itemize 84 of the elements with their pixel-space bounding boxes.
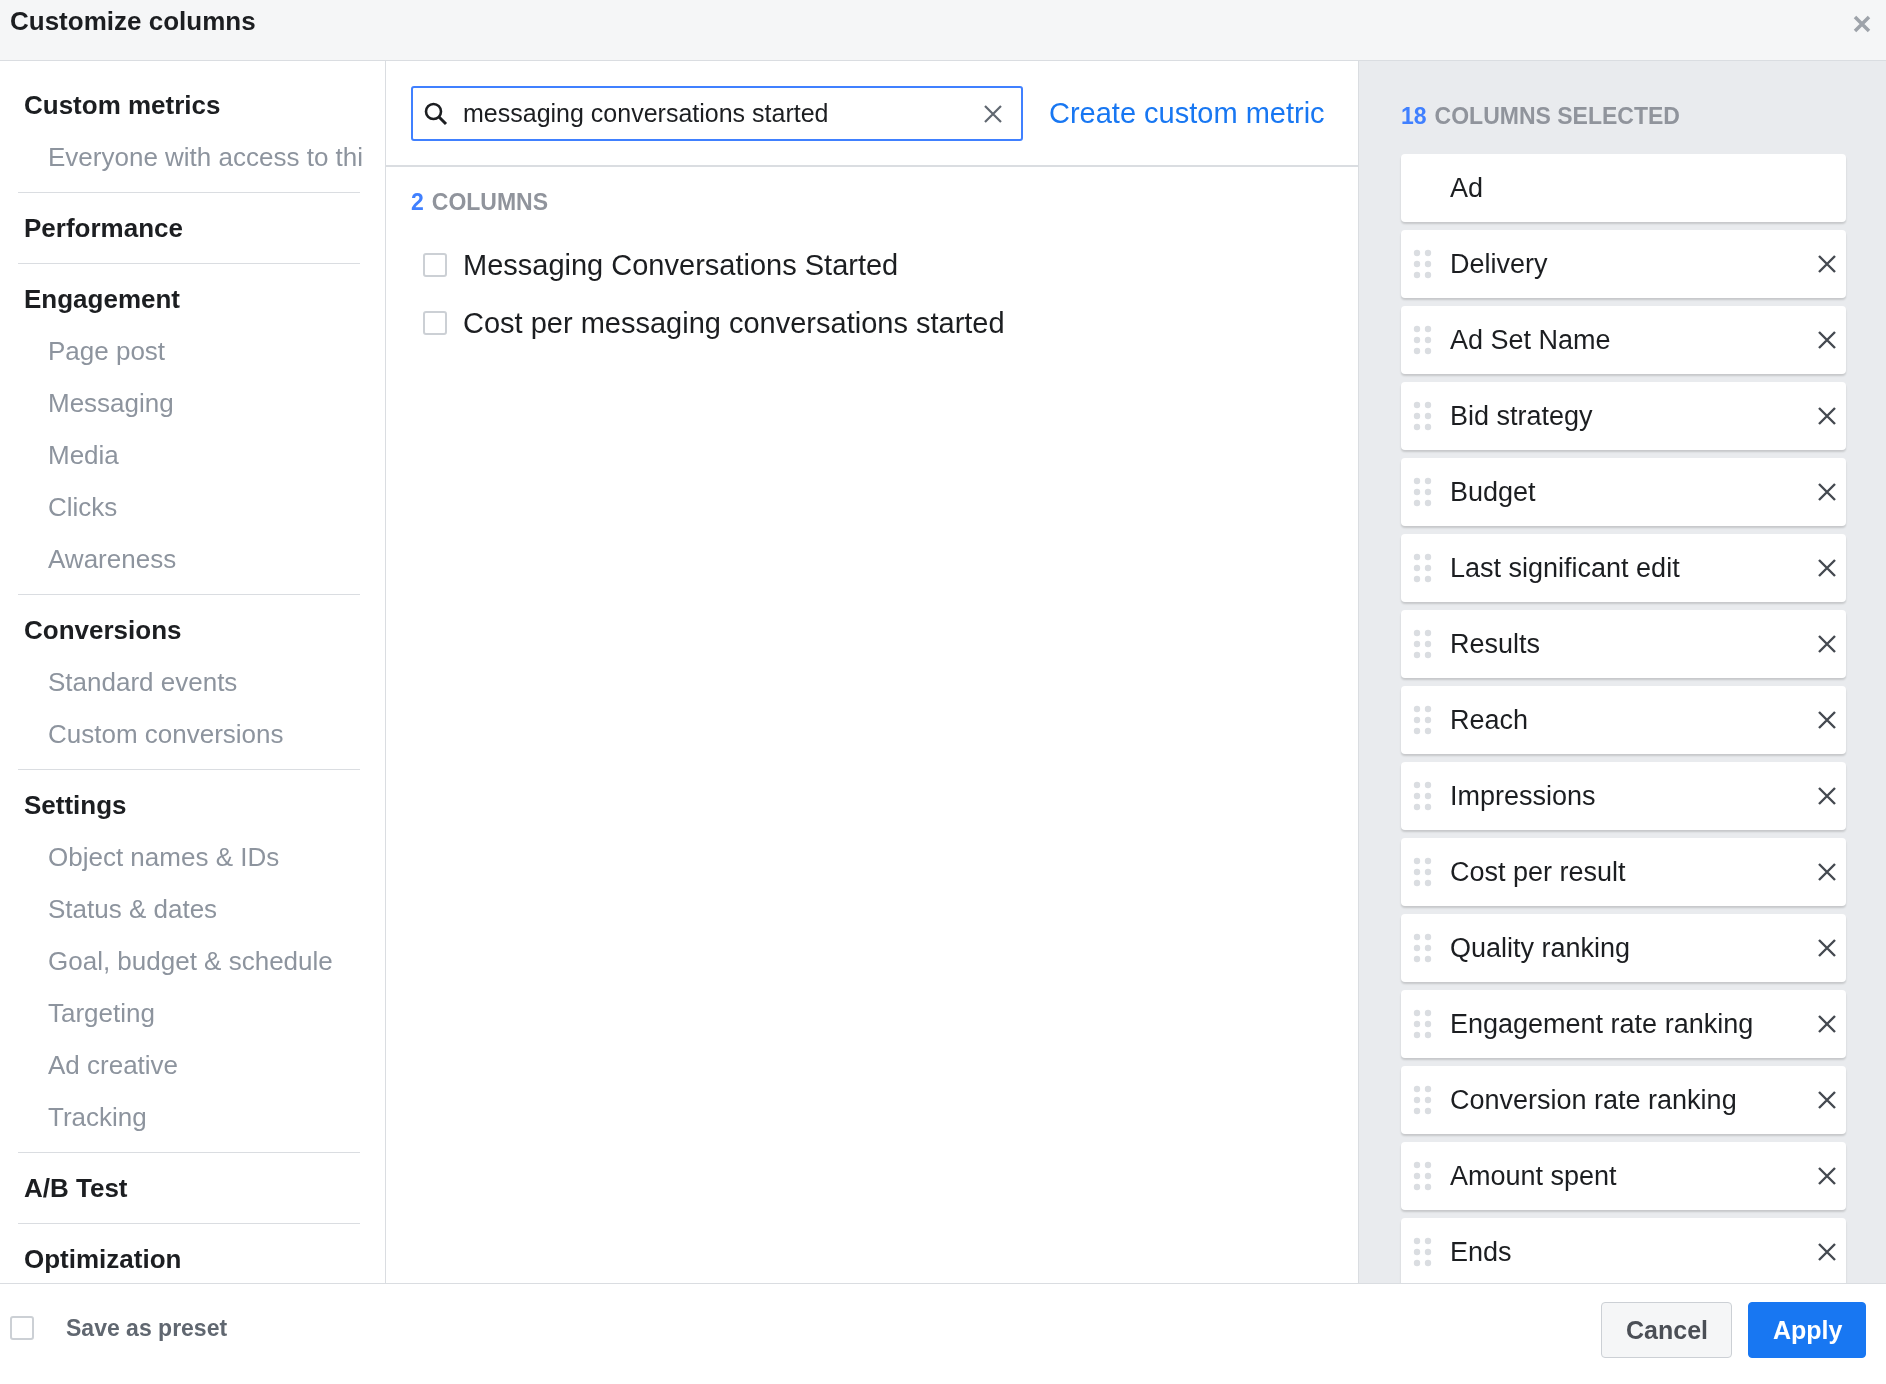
column-name: Engagement rate ranking (1450, 1008, 1755, 1040)
selected-column-card[interactable]: Ad Set Name (1401, 306, 1846, 374)
button[interactable]: Cancel (1601, 1302, 1732, 1358)
selected-column-card[interactable]: Impressions (1401, 762, 1846, 830)
column-name: Conversion rate ranking (1450, 1084, 1738, 1116)
drag-handle-icon[interactable] (1413, 705, 1433, 735)
column-name: Quality ranking (1450, 932, 1632, 964)
create-custom-metric-link[interactable]: Create custom metric (1049, 97, 1325, 130)
drag-handle-icon[interactable] (1413, 933, 1433, 963)
search-field[interactable]: messaging conversations started (411, 86, 1023, 141)
remove-icon[interactable] (1818, 483, 1836, 501)
selected-column-card[interactable]: Results (1401, 610, 1846, 678)
column-name: Ad (1450, 172, 1485, 204)
result-count: 2 (411, 189, 424, 216)
sidebar-heading[interactable]: Performance (24, 202, 360, 254)
column-name: Delivery (1450, 248, 1549, 280)
column-name: Ad Set Name (1450, 324, 1612, 356)
sidebar-heading[interactable]: Optimization (24, 1233, 360, 1283)
remove-icon[interactable] (1818, 635, 1836, 653)
remove-icon[interactable] (1818, 939, 1836, 957)
save-as-preset-label: Save as preset (66, 1314, 228, 1342)
sidebar-heading[interactable]: Conversions (24, 604, 360, 656)
column-name: Results (1450, 628, 1542, 660)
remove-icon[interactable] (1818, 711, 1836, 729)
column-name: Budget (1450, 476, 1537, 508)
column-name: Bid strategy (1450, 400, 1594, 432)
remove-icon[interactable] (1818, 407, 1836, 425)
sidebar-heading[interactable]: Engagement (24, 273, 360, 325)
drag-handle-icon[interactable] (1413, 857, 1433, 887)
drag-handle-icon[interactable] (1413, 1161, 1433, 1191)
remove-icon[interactable] (1818, 1091, 1836, 1109)
selected-column-card[interactable]: Delivery (1401, 230, 1846, 298)
remove-icon[interactable] (1818, 559, 1836, 577)
selected-column-card[interactable]: Quality ranking (1401, 914, 1846, 982)
clear-icon[interactable] (983, 103, 1003, 124)
column-option[interactable]: Messaging Conversations Started (463, 248, 899, 282)
column-name: Ends (1450, 1236, 1513, 1268)
column-name: Last significant edit (1450, 552, 1681, 584)
drag-handle-icon[interactable] (1413, 325, 1433, 355)
checkbox[interactable] (10, 1316, 34, 1340)
drag-handle-icon[interactable] (1413, 629, 1433, 659)
remove-icon[interactable] (1818, 787, 1836, 805)
drag-handle-icon[interactable] (1413, 1237, 1433, 1267)
sidebar-heading[interactable]: Custom metrics (24, 79, 360, 131)
drag-handle-icon[interactable] (1413, 249, 1433, 279)
column-name: Reach (1450, 704, 1530, 736)
search-input[interactable]: messaging conversations started (463, 99, 969, 128)
selected-column-card[interactable]: Last significant edit (1401, 534, 1846, 602)
selected-column-card[interactable]: Ad (1401, 154, 1846, 222)
remove-icon[interactable] (1818, 1167, 1836, 1185)
close-icon[interactable] (1852, 14, 1872, 34)
drag-handle-icon[interactable] (1413, 553, 1433, 583)
search-icon (423, 100, 449, 127)
column-name: Amount spent (1450, 1160, 1618, 1192)
selected-column-card[interactable]: Bid strategy (1401, 382, 1846, 450)
drag-handle-icon[interactable] (1413, 1009, 1433, 1039)
sidebar-heading[interactable]: Settings (24, 779, 360, 831)
drag-handle-icon[interactable] (1413, 1085, 1433, 1115)
results-heading: COLUMNS (431, 189, 549, 216)
remove-icon[interactable] (1818, 863, 1836, 881)
selected-heading: COLUMNS SELECTED (1434, 103, 1680, 130)
remove-icon[interactable] (1818, 1015, 1836, 1033)
selected-column-card[interactable]: Engagement rate ranking (1401, 990, 1846, 1058)
selected-column-card[interactable]: Amount spent (1401, 1142, 1846, 1210)
remove-icon[interactable] (1818, 331, 1836, 349)
sidebar-heading[interactable]: A/B Test (24, 1162, 360, 1214)
checkbox[interactable] (423, 253, 447, 277)
selected-column-card[interactable]: Cost per result (1401, 838, 1846, 906)
dialog-title: Customize columns (10, 6, 256, 37)
selected-column-card[interactable]: Reach (1401, 686, 1846, 754)
drag-handle-icon[interactable] (1413, 477, 1433, 507)
column-option[interactable]: Cost per messaging conversations started (463, 306, 1005, 340)
drag-handle-icon[interactable] (1413, 781, 1433, 811)
checkbox[interactable] (423, 311, 447, 335)
remove-icon[interactable] (1818, 1243, 1836, 1261)
column-name: Cost per result (1450, 856, 1627, 888)
drag-handle-icon[interactable] (1413, 401, 1433, 431)
column-name: Impressions (1450, 780, 1597, 812)
selected-count: 18 (1401, 103, 1427, 130)
remove-icon[interactable] (1818, 255, 1836, 273)
selected-column-card[interactable]: Ends (1401, 1218, 1846, 1283)
selected-column-card[interactable]: Budget (1401, 458, 1846, 526)
selected-column-card[interactable]: Conversion rate ranking (1401, 1066, 1846, 1134)
button[interactable]: Apply (1748, 1302, 1866, 1358)
